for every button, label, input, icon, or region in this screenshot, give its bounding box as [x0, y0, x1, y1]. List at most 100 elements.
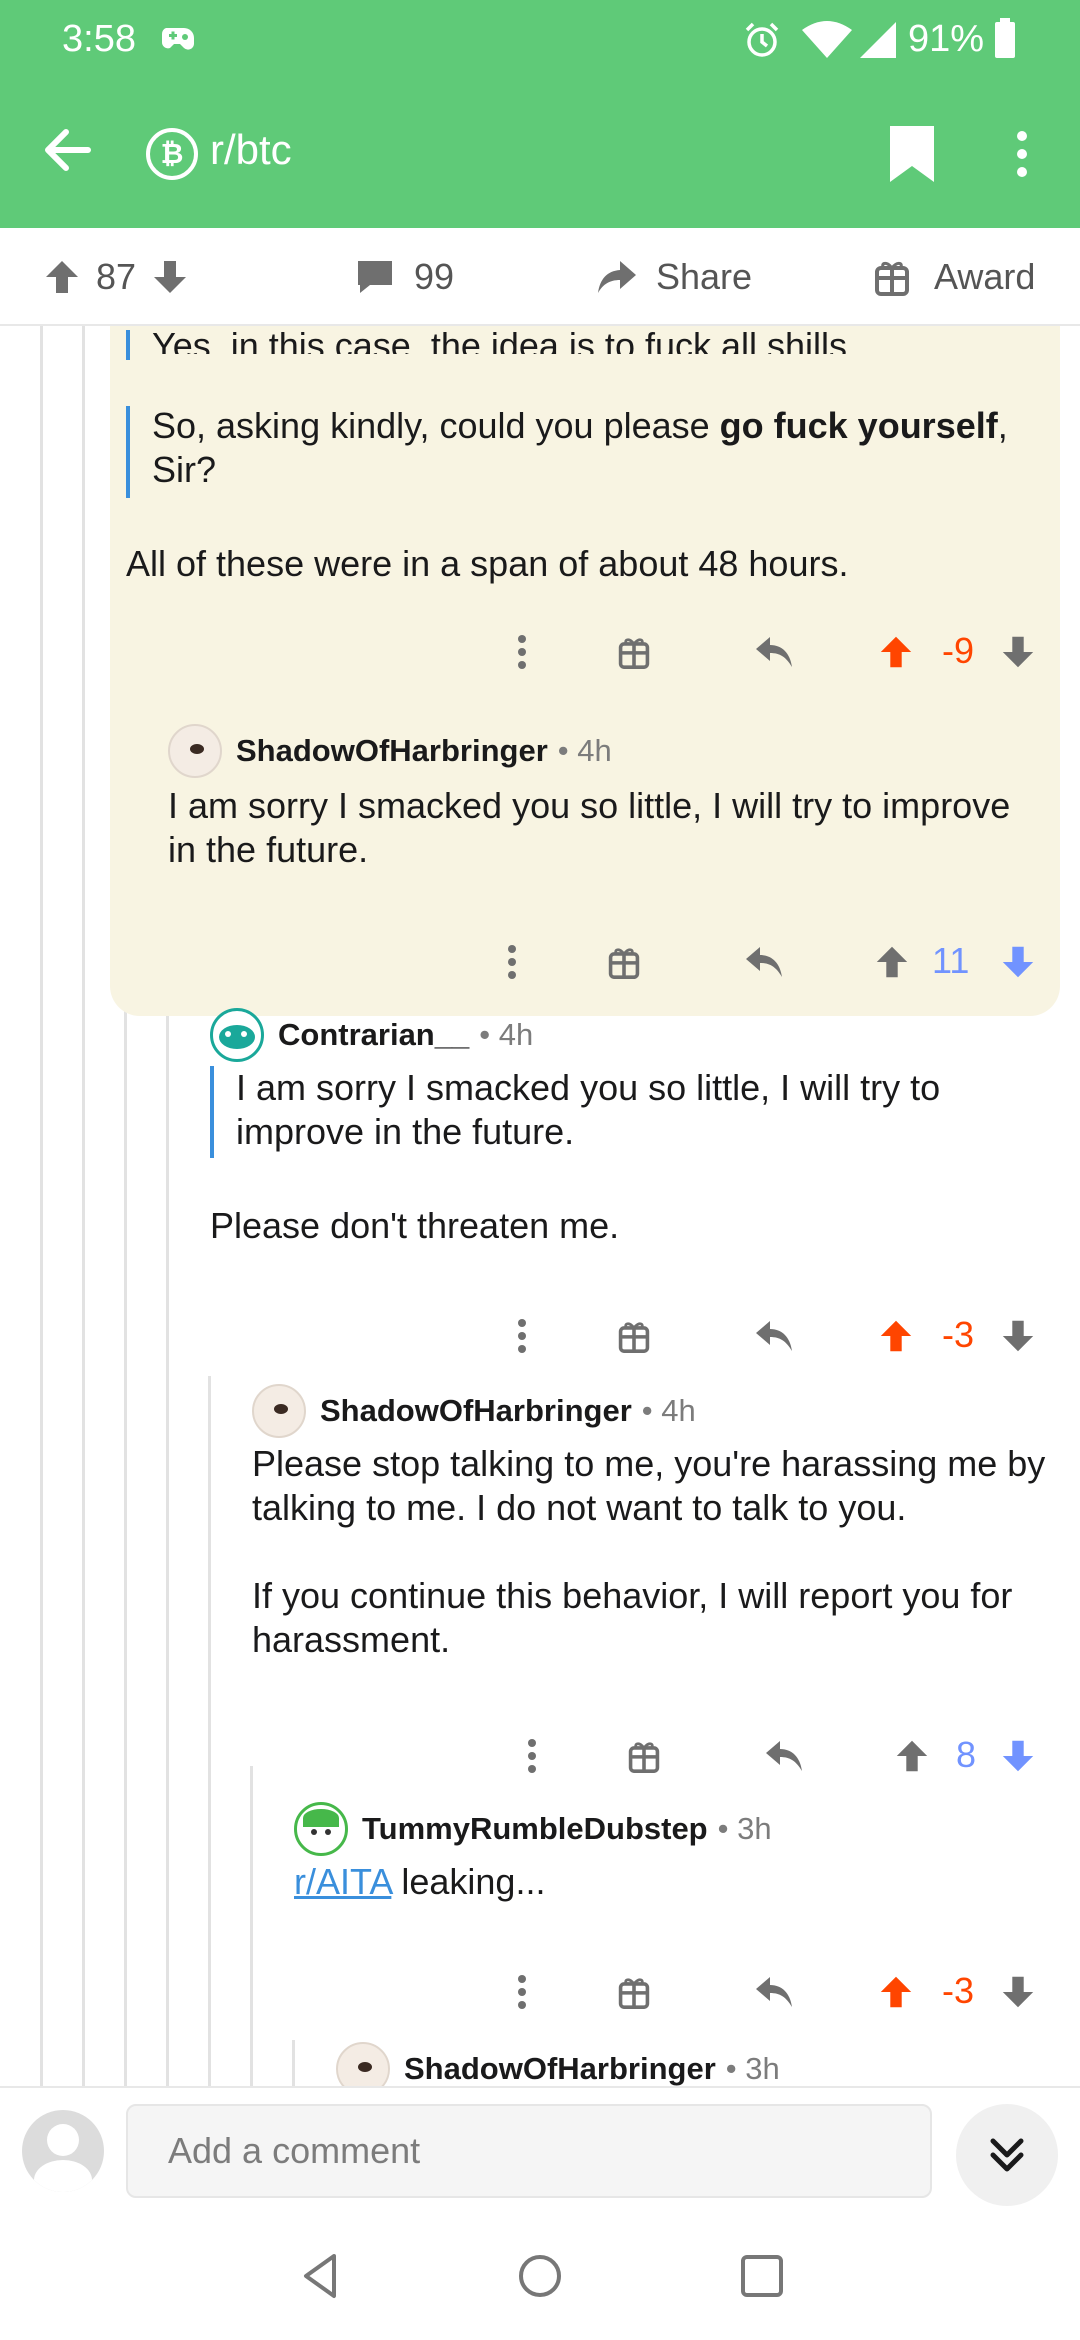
upvote-icon[interactable]	[874, 1962, 918, 2022]
comment-score: 11	[932, 940, 970, 981]
quote-bar	[126, 406, 130, 498]
downvote-icon[interactable]	[996, 622, 1040, 682]
quote-text: improve in the future.	[236, 1111, 575, 1152]
back-arrow-icon[interactable]	[36, 118, 100, 182]
username[interactable]: TummyRumbleDubstep	[362, 1811, 708, 1847]
username[interactable]: ShadowOfHarbringer	[320, 1393, 632, 1429]
comment-thread: Yes, in this case, the idea is to fuck a…	[0, 326, 1080, 2086]
signal-icon	[860, 22, 896, 58]
reply-icon[interactable]	[752, 1306, 796, 1366]
avatar[interactable]	[252, 1384, 306, 1438]
comment-line: I am sorry I smacked you so little, I wi…	[168, 785, 1011, 826]
share-icon	[598, 261, 636, 293]
award-label: Award	[934, 256, 1036, 297]
status-time: 3:58	[62, 18, 136, 60]
comment-time: • 4h	[479, 1017, 534, 1052]
comment-body: Please don't threaten me.	[210, 1205, 620, 1246]
post-vote-group: 87	[42, 228, 190, 326]
avatar[interactable]	[210, 1008, 264, 1062]
quote-bold-text: go fuck yourself	[719, 405, 998, 446]
gift-icon[interactable]	[602, 932, 646, 992]
comment-body: Please stop talking to me, you're harass…	[252, 1442, 1045, 1662]
double-chevron-down-icon	[990, 2138, 1024, 2172]
thread-rail	[82, 326, 85, 2086]
post-action-bar: 87 99 Share Award	[0, 228, 1080, 326]
gift-icon[interactable]	[622, 1726, 666, 1786]
comment-actions: 11	[100, 932, 1060, 992]
user-avatar[interactable]	[22, 2110, 104, 2192]
upvote-icon[interactable]	[890, 1726, 934, 1786]
comment-time: • 3h	[717, 1811, 772, 1846]
scroll-down-button[interactable]	[956, 2104, 1058, 2206]
comment-actions: -9	[110, 622, 1060, 682]
comment-body: All of these were in a span of about 48 …	[126, 543, 849, 584]
comment-score: -3	[942, 1314, 975, 1355]
battery-percent: 91%	[908, 18, 985, 60]
thread-rail	[250, 1766, 253, 2086]
avatar[interactable]	[336, 2042, 390, 2086]
gift-icon[interactable]	[612, 1306, 656, 1366]
more-options-icon[interactable]	[502, 1306, 542, 1366]
comment-age: 3h	[737, 1811, 772, 1846]
comment-header: Contrarian__ • 4h	[210, 1008, 533, 1062]
upvote-icon[interactable]	[874, 1306, 918, 1366]
comment-age: 3h	[745, 2051, 780, 2086]
comment-time: • 3h	[725, 2051, 780, 2086]
share-button[interactable]: Share	[596, 228, 752, 326]
comment-time: • 4h	[641, 1393, 696, 1428]
subreddit-icon[interactable]: ₿	[146, 128, 198, 180]
avatar[interactable]	[168, 724, 222, 778]
username[interactable]: ShadowOfHarbringer	[404, 2051, 716, 2086]
subreddit-name[interactable]: r/btc	[210, 126, 292, 174]
reply-icon[interactable]	[752, 622, 796, 682]
quote-text: Sir?	[152, 449, 217, 490]
more-options-icon[interactable]	[492, 932, 532, 992]
comment-line: in the future.	[168, 829, 369, 870]
quoted-text-partial: Yes, in this case, the idea is to fuck a…	[152, 326, 858, 354]
comment-body: I am sorry I smacked you so little, I wi…	[168, 784, 1010, 872]
thread-rail	[292, 2040, 295, 2086]
upvote-icon[interactable]	[870, 932, 914, 992]
thread-rail	[166, 1008, 169, 2086]
more-options-icon[interactable]	[502, 622, 542, 682]
comment-line: If you continue this behavior, I will re…	[252, 1575, 1013, 1616]
quote-bar	[126, 330, 130, 360]
more-options-icon[interactable]	[502, 1962, 542, 2022]
system-nav-bar	[0, 2210, 1080, 2340]
post-score: 87	[96, 256, 137, 297]
bookmark-icon[interactable]	[884, 122, 940, 186]
username[interactable]: ShadowOfHarbringer	[236, 733, 548, 769]
quote-text: I am sorry I smacked you so little, I wi…	[236, 1067, 941, 1108]
comment-score: 8	[956, 1734, 977, 1775]
add-comment-input[interactable]: Add a comment	[126, 2104, 932, 2198]
comment-header: TummyRumbleDubstep • 3h	[294, 1802, 772, 1856]
quote-text: ,	[997, 405, 1008, 446]
downvote-icon[interactable]	[150, 257, 190, 297]
upvote-icon[interactable]	[874, 622, 918, 682]
upvote-icon[interactable]	[42, 257, 82, 297]
award-button[interactable]: Award	[874, 228, 1035, 326]
avatar[interactable]	[294, 1802, 348, 1856]
downvote-icon[interactable]	[996, 1962, 1040, 2022]
nav-recents-icon[interactable]	[734, 2248, 790, 2304]
reply-icon[interactable]	[752, 1962, 796, 2022]
nav-home-icon[interactable]	[512, 2248, 568, 2304]
downvote-icon[interactable]	[996, 932, 1040, 992]
comment-bubble-icon	[358, 261, 392, 293]
comments-button[interactable]: 99	[354, 228, 454, 326]
reply-icon[interactable]	[742, 932, 786, 992]
username[interactable]: Contrarian__	[278, 1017, 469, 1053]
overflow-menu-icon[interactable]	[1006, 122, 1038, 186]
comment-age: 4h	[661, 1393, 696, 1428]
gift-icon[interactable]	[612, 622, 656, 682]
comment-time: • 4h	[557, 733, 612, 768]
comment-header: ShadowOfHarbringer • 4h	[252, 1384, 696, 1438]
comment-line: Please stop talking to me, you're harass…	[252, 1443, 1046, 1484]
subreddit-link[interactable]: r/AITA	[294, 1861, 391, 1902]
gift-icon[interactable]	[612, 1962, 656, 2022]
downvote-icon[interactable]	[996, 1726, 1040, 1786]
nav-back-icon[interactable]	[294, 2248, 350, 2304]
downvote-icon[interactable]	[996, 1306, 1040, 1366]
reply-icon[interactable]	[762, 1726, 806, 1786]
more-options-icon[interactable]	[512, 1726, 552, 1786]
